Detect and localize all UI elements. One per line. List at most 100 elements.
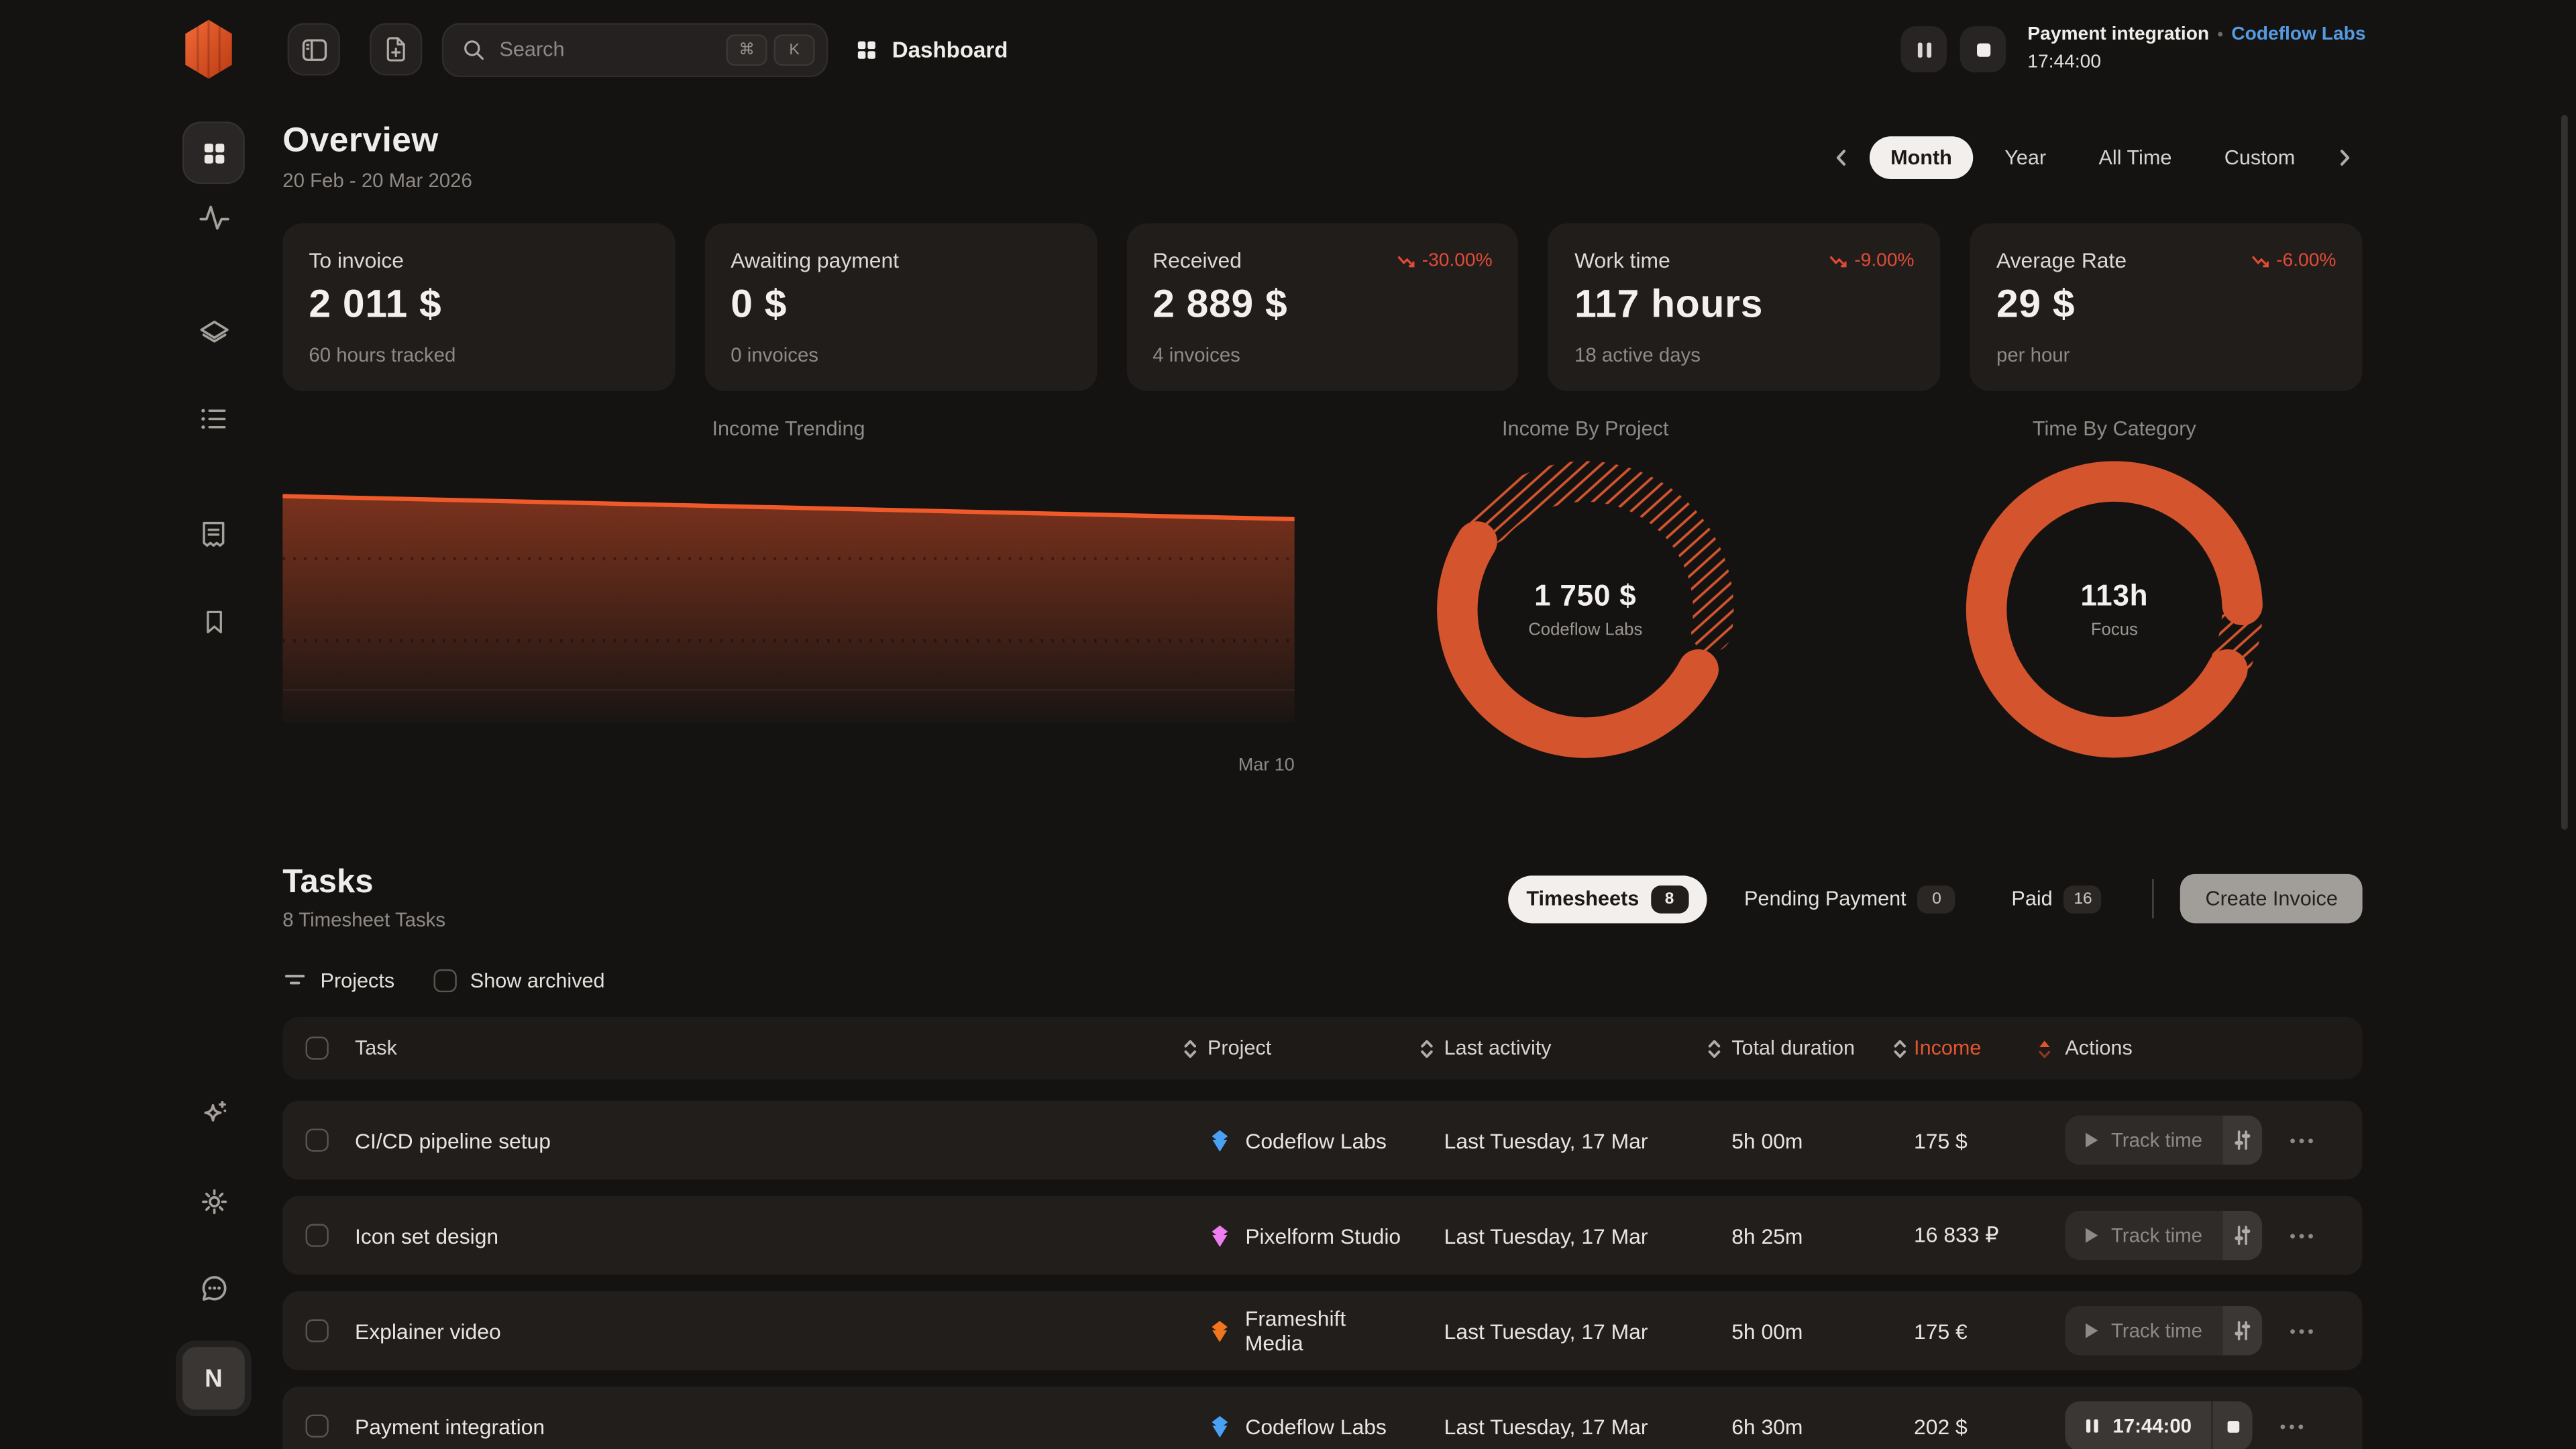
- show-archived-checkbox[interactable]: [434, 969, 457, 991]
- tab-paid[interactable]: Paid16: [1993, 875, 2120, 922]
- track-time-button[interactable]: Track time: [2065, 1211, 2261, 1260]
- scrollbar[interactable]: [2561, 115, 2568, 829]
- sort-icon: [1703, 1036, 1724, 1061]
- stat-card-average-rate[interactable]: Average Rate -6.00% 29 $ per hour: [1970, 223, 2363, 391]
- column-income: Income: [1914, 1036, 1981, 1059]
- running-timer-button[interactable]: 17:44:00: [2065, 1401, 2252, 1449]
- table-row[interactable]: Explainer video Frameshift Media Last Tu…: [282, 1291, 2362, 1371]
- row-menu-button[interactable]: [2288, 1232, 2314, 1240]
- sort-active-asc-icon[interactable]: [2034, 1036, 2055, 1061]
- panel-left-icon: [298, 34, 329, 65]
- sidebar-item-support-chat[interactable]: [184, 1258, 243, 1318]
- new-document-button[interactable]: [370, 23, 422, 75]
- stat-card-work-time[interactable]: Work time -9.00% 117 hours 18 active day…: [1548, 223, 1941, 391]
- stop-tracking-button[interactable]: [1960, 26, 2006, 72]
- timer-value: 17:44:00: [2112, 1415, 2192, 1438]
- stat-card-awaiting-payment[interactable]: Awaiting payment 0 $ 0 invoices: [704, 223, 1097, 391]
- table-row[interactable]: CI/CD pipeline setup Codeflow Labs Last …: [282, 1101, 2362, 1180]
- project-cell: Frameshift Media: [1208, 1306, 1408, 1355]
- sort-task-button[interactable]: [1171, 1036, 1208, 1061]
- stat-sub: per hour: [1996, 343, 2336, 366]
- tracker-client-link[interactable]: Codeflow Labs: [2231, 23, 2365, 48]
- select-all-checkbox[interactable]: [306, 1036, 329, 1059]
- range-all-time[interactable]: All Time: [2078, 136, 2194, 179]
- range-year[interactable]: Year: [1983, 136, 2068, 179]
- actions-cell: 17:44:00: [2065, 1401, 2339, 1449]
- row-menu-button[interactable]: [2279, 1422, 2305, 1430]
- key-cmd: ⌘: [726, 34, 767, 65]
- row-menu-button[interactable]: [2288, 1327, 2314, 1335]
- stat-value: 2 889 $: [1152, 282, 1492, 329]
- user-avatar[interactable]: N: [176, 1340, 252, 1416]
- table-row-active-tracking[interactable]: Payment integration Codeflow Labs Last T…: [282, 1387, 2362, 1449]
- tab-timesheets[interactable]: Timesheets8: [1508, 875, 1706, 922]
- track-time-button[interactable]: Track time: [2065, 1116, 2261, 1165]
- search-input[interactable]: Search ⌘ K: [442, 22, 828, 76]
- row-menu-button[interactable]: [2288, 1136, 2314, 1144]
- trend-badge: -6.00%: [2250, 250, 2336, 270]
- app-window: Search ⌘ K Dashboard: [0, 0, 2576, 1449]
- tracker-status: Payment integration • Codeflow Labs 17:4…: [2027, 23, 2365, 75]
- range-next-button[interactable]: [2326, 140, 2363, 176]
- income-by-project-chart[interactable]: Income By Project 1 750 $ Codeflow: [1430, 417, 1741, 765]
- projects-filter-button[interactable]: Projects: [282, 967, 394, 992]
- activity-icon: [197, 200, 231, 234]
- nav-dashboard[interactable]: Dashboard: [854, 37, 1008, 62]
- track-settings-button[interactable]: [2222, 1306, 2261, 1355]
- sidebar-toggle-button[interactable]: [288, 23, 340, 75]
- stat-sub: 18 active days: [1574, 343, 1914, 366]
- total-duration: 5h 00m: [1731, 1318, 1884, 1343]
- bookmark-icon: [198, 605, 229, 637]
- sidebar-item-bookmarks[interactable]: [184, 592, 243, 651]
- sidebar-item-settings[interactable]: [184, 1171, 243, 1230]
- play-icon: [2085, 1227, 2100, 1243]
- row-checkbox[interactable]: [306, 1320, 329, 1342]
- stat-label: Received: [1152, 248, 1242, 273]
- range-custom[interactable]: Custom: [2203, 136, 2316, 179]
- sidebar-item-projects[interactable]: [184, 303, 243, 362]
- track-time-button[interactable]: Track time: [2065, 1306, 2261, 1355]
- ellipsis-icon: [2279, 1422, 2305, 1430]
- topbar: Search ⌘ K Dashboard: [0, 0, 2576, 99]
- create-invoice-button[interactable]: Create Invoice: [2181, 874, 2363, 923]
- row-checkbox[interactable]: [306, 1415, 329, 1438]
- project-name: Codeflow Labs: [1245, 1413, 1387, 1438]
- project-cell: Codeflow Labs: [1208, 1128, 1408, 1152]
- sort-last-activity-button[interactable]: [1695, 1036, 1731, 1061]
- time-by-category-chart[interactable]: Time By Category 113h Focus: [1958, 417, 2270, 765]
- show-archived-toggle[interactable]: Show archived: [434, 969, 605, 991]
- track-settings-button[interactable]: [2222, 1211, 2261, 1260]
- tab-pending-payment[interactable]: Pending Payment0: [1726, 875, 1974, 922]
- track-settings-button[interactable]: [2222, 1116, 2261, 1165]
- sidebar-item-tasks[interactable]: [184, 389, 243, 448]
- sidebar-item-ai-assistant[interactable]: [184, 1084, 243, 1143]
- income-trending-chart[interactable]: Income Trending Mar 10: [282, 417, 1295, 726]
- app-logo[interactable]: [180, 18, 236, 80]
- chevron-left-icon: [1831, 148, 1851, 167]
- stop-icon: [1974, 40, 1992, 58]
- sidebar-item-dashboard[interactable]: [182, 121, 245, 184]
- range-month[interactable]: Month: [1869, 136, 1973, 179]
- row-checkbox[interactable]: [306, 1224, 329, 1246]
- sort-project-button[interactable]: [1408, 1036, 1444, 1061]
- sort-total-duration-button[interactable]: [1884, 1036, 1914, 1061]
- dashboard-grid-icon: [200, 139, 228, 167]
- stat-card-to-invoice[interactable]: To invoice 2 011 $ 60 hours tracked: [282, 223, 675, 391]
- project-name: Pixelform Studio: [1245, 1223, 1401, 1248]
- pause-tracking-button[interactable]: [1901, 26, 1947, 72]
- range-prev-button[interactable]: [1823, 140, 1860, 176]
- sidebar-item-invoices[interactable]: [184, 504, 243, 564]
- tasks-header: Tasks 8 Timesheet Tasks Timesheets8 Pend…: [282, 864, 2362, 931]
- stat-card-received[interactable]: Received -30.00% 2 889 $ 4 invoices: [1126, 223, 1519, 391]
- table-row[interactable]: Icon set design Pixelform Studio Last Tu…: [282, 1196, 2362, 1275]
- play-icon: [2085, 1322, 2100, 1338]
- sidebar-item-activity[interactable]: [184, 187, 243, 246]
- chat-ellipsis-icon: [197, 1271, 231, 1305]
- row-checkbox[interactable]: [306, 1128, 329, 1151]
- filter-icon: [282, 967, 307, 992]
- column-project: Project: [1208, 1036, 1408, 1059]
- trend-badge: -30.00%: [1396, 250, 1493, 270]
- last-activity: Last Tuesday, 17 Mar: [1444, 1128, 1696, 1152]
- stop-timer-button[interactable]: [2211, 1401, 2252, 1449]
- stat-sub: 4 invoices: [1152, 343, 1492, 366]
